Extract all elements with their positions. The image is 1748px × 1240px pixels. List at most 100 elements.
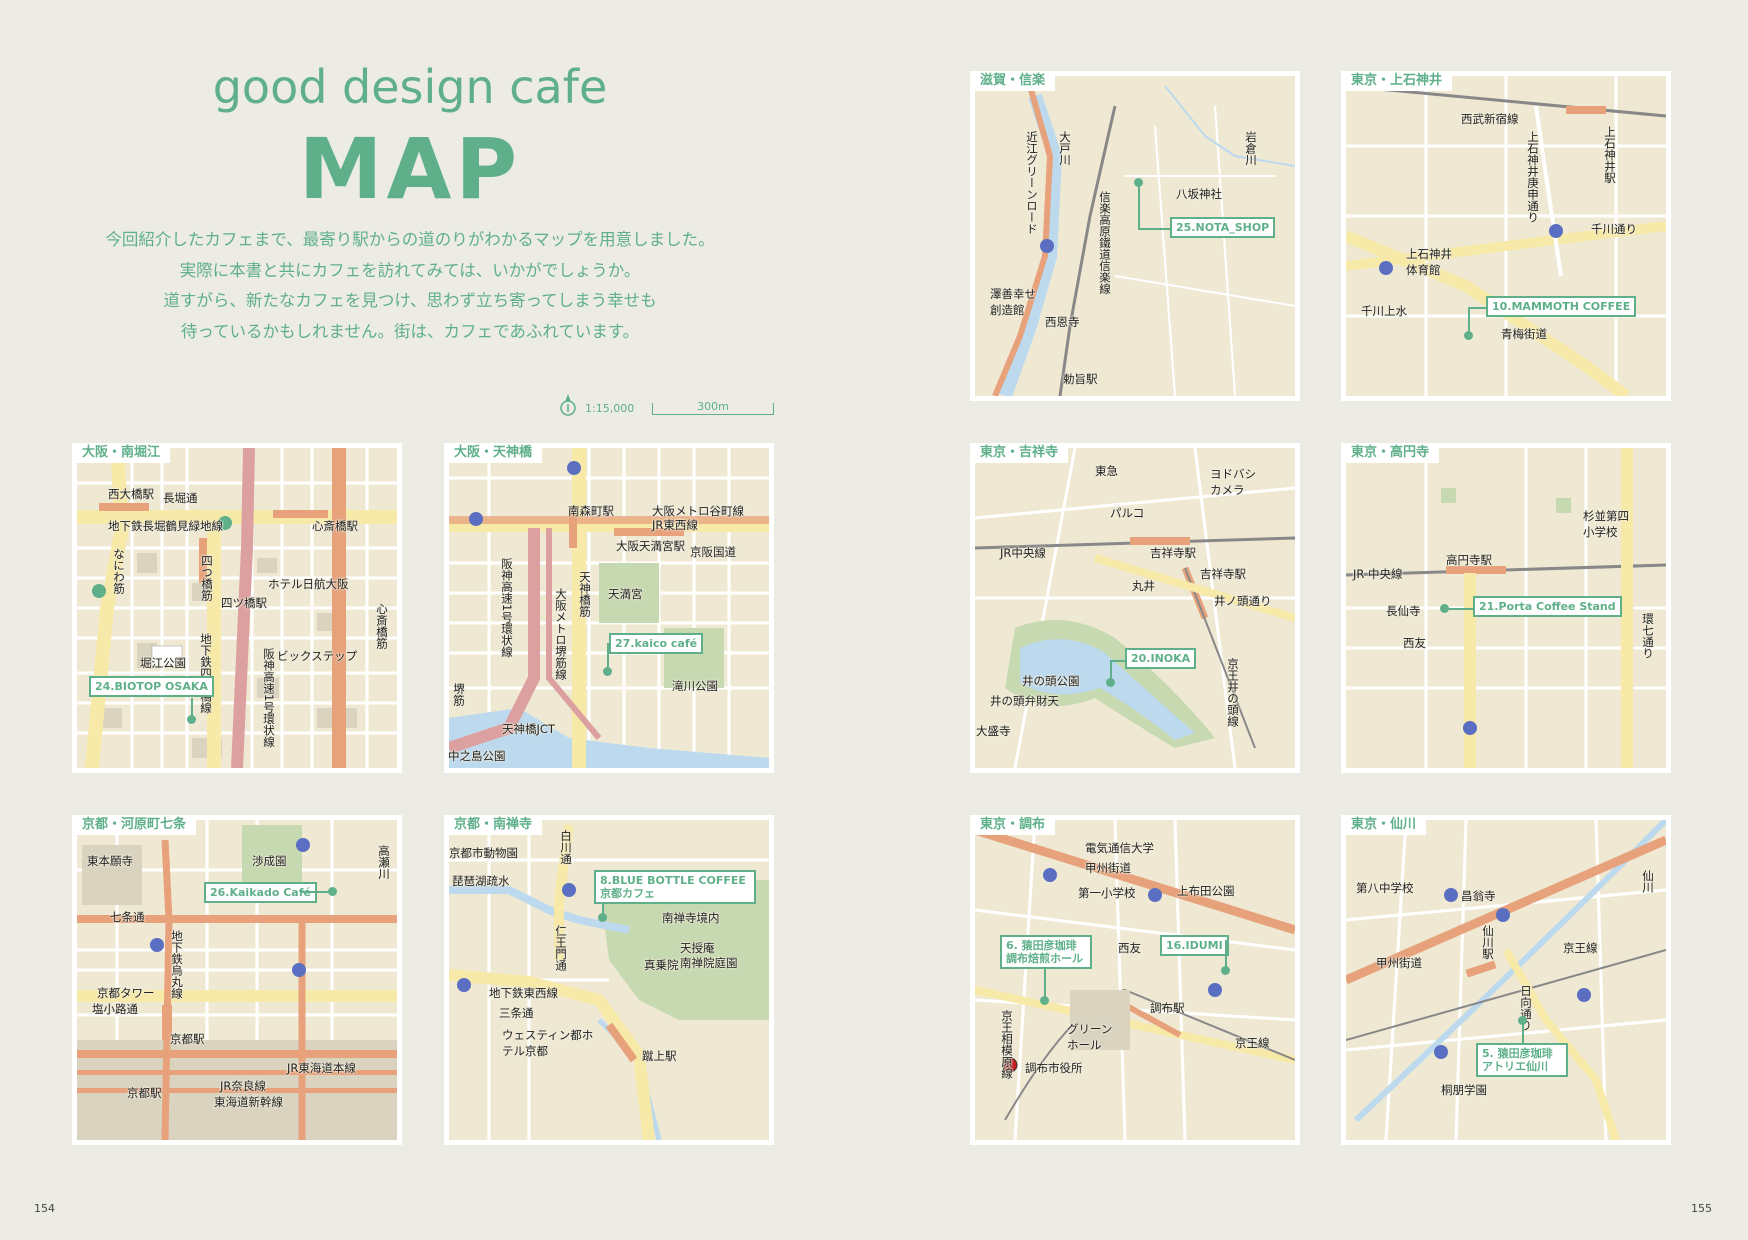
map-label: 心斎橋駅: [312, 519, 358, 533]
map-title: 京都・南禅寺: [444, 815, 543, 835]
cafe-label[interactable]: 27.kaico café: [609, 633, 704, 654]
map-title: 京都・河原町七条: [72, 815, 197, 835]
map-panel-kamishakujii[interactable]: 東京・上石神井 西武新宿線 上石神井庚申通り 上石神井駅 千川通り 上石神井体育…: [1341, 71, 1671, 401]
map-label: 第八中学校: [1356, 881, 1414, 895]
map-label: 京都タワー: [97, 986, 155, 1000]
title-map: MAP: [298, 120, 522, 218]
map-label: 東本願寺: [87, 854, 133, 868]
intro-line: 道すがら、新たなカフェを見つけ、思わず立ち寄ってしまう幸せも: [163, 291, 657, 310]
map-title: 滋賀・信楽: [970, 71, 1056, 91]
map-label: 四つ橋筋: [200, 555, 214, 601]
map-label: 昌翁寺: [1461, 889, 1496, 903]
page-number-right: 155: [1691, 1202, 1712, 1215]
map-label: 天神橋JCT: [502, 722, 555, 736]
map-label: 井の頭弁財天: [990, 694, 1059, 708]
map-panel-kichijoji[interactable]: 東京・吉祥寺 東急 ヨドバシカメラ パルコ JR中央線 吉祥寺駅 丸井 吉祥寺駅…: [970, 443, 1300, 773]
map-label: ウェスティン都ホテル京都: [502, 1028, 594, 1058]
map-label: 滝川公園: [672, 679, 718, 693]
map-label: 信楽高原鐵道信楽線: [1098, 191, 1112, 295]
map-chofu: [975, 820, 1295, 1140]
cafe-location-pin-icon[interactable]: [1040, 996, 1049, 1005]
map-tenjinbashi: [449, 448, 769, 768]
map-label: 仙川: [1641, 870, 1655, 893]
map-label: 大阪天満宮駅: [616, 539, 685, 553]
map-label: 南森町駅: [568, 504, 614, 518]
map-label: 調布駅: [1150, 1001, 1185, 1015]
cafe-location-pin-icon[interactable]: [1464, 331, 1473, 340]
map-label: 甲州街道: [1085, 861, 1131, 875]
cafe-location-pin-icon[interactable]: [1221, 966, 1230, 975]
map-panel-tenjinbashi[interactable]: 大阪・天神橋 南森町駅 大阪メトロ谷町線 JR東西線 大阪天満宮駅 京阪国道 阪…: [444, 443, 774, 773]
map-label: 上石神井庚申通り: [1526, 131, 1540, 223]
cafe-label[interactable]: 20.INOKA: [1125, 648, 1197, 669]
map-label: ホテル日航大阪: [268, 577, 349, 591]
map-label: 近江グリーンロード: [1025, 131, 1039, 235]
map-label: JR東海道本線: [287, 1061, 356, 1075]
cafe-label[interactable]: 6. 猿田彦珈琲 調布焙煎ホール: [1000, 935, 1092, 969]
map-label: 京王相模原線: [1000, 1010, 1014, 1079]
map-panel-shigaraki[interactable]: 滋賀・信楽 大戸川 近江グリーンロード 岩倉川 八坂神社 信楽高原鐵道信楽線 澤…: [970, 71, 1300, 401]
cafe-leader-line: [1138, 228, 1172, 230]
cafe-location-pin-icon[interactable]: [187, 715, 196, 724]
map-panel-nanzenji[interactable]: 京都・南禅寺 京都市動物園 白川通 琵琶湖疏水 南禅寺境内 仁王門通 天授庵 南…: [444, 815, 774, 1145]
cafe-label[interactable]: 24.BIOTOP OSAKA: [89, 676, 214, 697]
cafe-location-pin-icon[interactable]: [598, 913, 607, 922]
map-label: 地下鉄四つ橋線: [199, 633, 213, 714]
map-label: 杉並第四小学校: [1583, 509, 1629, 539]
cafe-leader-line: [302, 891, 330, 893]
map-label: 青梅街道: [1501, 327, 1547, 341]
map-label: 京都駅: [170, 1032, 205, 1046]
map-label: 京都駅: [127, 1086, 162, 1100]
map-title: 東京・仙川: [1341, 815, 1427, 835]
map-label: 東急: [1095, 464, 1118, 478]
map-label: 阪神高速1号環状線: [500, 558, 514, 658]
map-label: 京都市動物園: [449, 846, 518, 860]
map-title: 東京・吉祥寺: [970, 443, 1069, 463]
map-label: JR東西線: [652, 518, 698, 532]
map-label: JR中央線: [1000, 546, 1046, 560]
cafe-leader-line: [1225, 940, 1227, 968]
map-label: 井ノ頭通り: [1214, 594, 1272, 608]
map-panel-minamihorie[interactable]: 大阪・南堀江 西大橋駅 長堀通 地下鉄長堀鶴見緑地線 心斎橋駅 なにわ筋 四つ橋…: [72, 443, 402, 773]
map-label: 第一小学校: [1078, 886, 1136, 900]
map-label: 澤善幸せ創造館: [990, 287, 1036, 317]
cafe-label[interactable]: 16.IDUMI: [1160, 935, 1229, 956]
cafe-location-pin-icon[interactable]: [1134, 178, 1143, 187]
map-label: 丸井: [1132, 579, 1155, 593]
map-label: 琵琶湖疏水: [452, 874, 510, 888]
cafe-location-pin-icon[interactable]: [1106, 678, 1115, 687]
cafe-location-pin-icon[interactable]: [1518, 1016, 1527, 1025]
cafe-leader-line: [1468, 307, 1488, 309]
cafe-label[interactable]: 8.BLUE BOTTLE COFFEE 京都カフェ: [594, 870, 756, 904]
map-label: 阪神高速1号環状線: [262, 648, 276, 748]
cafe-label[interactable]: 25.NOTA_SHOP: [1170, 217, 1276, 238]
cafe-label[interactable]: 10.MAMMOTH COFFEE: [1486, 296, 1637, 317]
map-label: 長堀通: [163, 491, 198, 505]
map-label: なにわ筋: [112, 548, 126, 594]
page-number-left: 154: [34, 1202, 55, 1215]
cafe-label[interactable]: 21.Porta Coffee Stand: [1473, 596, 1622, 617]
map-title: 東京・調布: [970, 815, 1056, 835]
cafe-label[interactable]: 5. 猿田彦珈琲 アトリエ仙川: [1476, 1043, 1568, 1077]
map-panel-koenji[interactable]: 東京・高円寺 杉並第四小学校 JR 中央線 高円寺駅 長仙寺 西友 環七通り 2…: [1341, 443, 1671, 773]
map-label: 上布田公園: [1177, 884, 1235, 898]
map-label: ビックステップ: [277, 649, 358, 663]
map-panel-chofu[interactable]: 東京・調布 電気通信大学 甲州街道 上布田公園 第一小学校 西友 調布駅 グリー…: [970, 815, 1300, 1145]
cafe-leader-line: [1044, 968, 1046, 998]
map-label: 南禅寺境内: [662, 911, 720, 925]
map-title: 大阪・南堀江: [72, 443, 171, 463]
map-nanzenji: [449, 820, 769, 1140]
map-panel-sengawa[interactable]: 東京・仙川 第八中学校 昌翁寺 仙川 甲州街道 仙川駅 京王線 日向通り 桐朋学…: [1341, 815, 1671, 1145]
cafe-location-pin-icon[interactable]: [1440, 604, 1449, 613]
map-sengawa: [1346, 820, 1666, 1140]
cafe-label[interactable]: 26.Kaikado Café: [204, 882, 317, 903]
cafe-location-pin-icon[interactable]: [328, 887, 337, 896]
map-panel-kawaramachi[interactable]: 京都・河原町七条 東本願寺 渉成園 高瀬川 七条通 地下鉄烏丸線 京都タワー 塩…: [72, 815, 402, 1145]
cafe-location-pin-icon[interactable]: [603, 667, 612, 676]
map-label: 天授庵: [680, 941, 715, 955]
map-label: 西恩寺: [1045, 315, 1080, 329]
map-label: 南禅院庭園: [680, 956, 738, 970]
map-label: 千川通り: [1591, 222, 1637, 236]
map-label: 三条通: [499, 1006, 534, 1020]
map-label: 蹴上駅: [642, 1049, 677, 1063]
